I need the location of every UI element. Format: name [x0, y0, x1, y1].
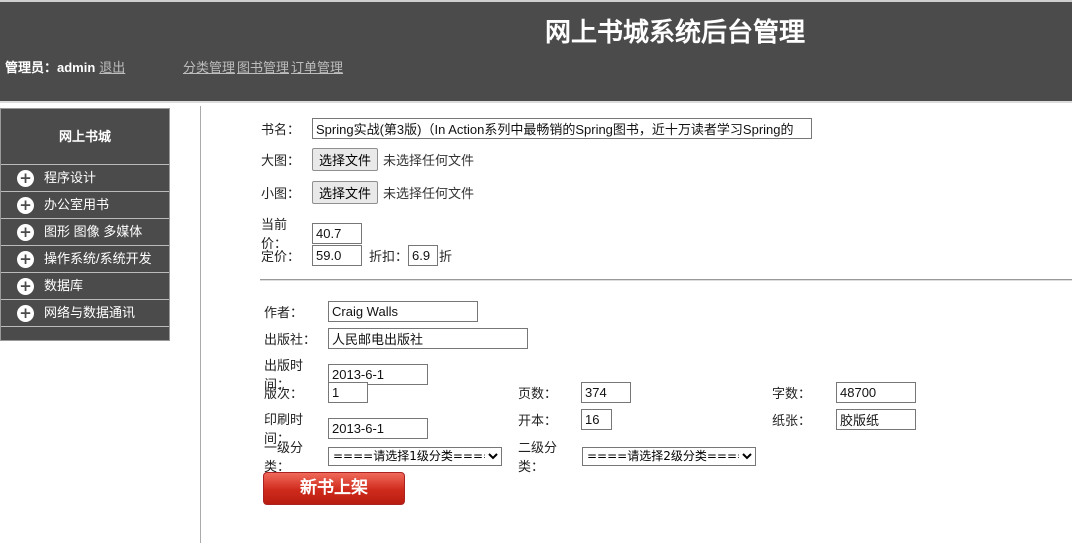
print-time-input[interactable] [328, 417, 428, 439]
category2-row: 二级分类： ====请选择2级分类==== [518, 437, 756, 475]
author-label: 作者： [264, 305, 304, 320]
small-image-label: 小图： [261, 186, 301, 201]
logout-link[interactable]: 退出 [99, 60, 125, 75]
plus-icon: + [17, 223, 34, 241]
pages-row: 页数： [518, 382, 631, 403]
pages-label: 页数： [518, 386, 558, 401]
sidebar-item-network[interactable]: + 网络与数据通讯 [1, 300, 169, 327]
sidebar-item-label: 办公室用书 [44, 197, 110, 212]
plus-icon: + [17, 169, 34, 187]
price-row: 定价： 折扣： 折 [261, 245, 452, 266]
pages-input[interactable] [581, 382, 631, 403]
plus-icon: + [17, 196, 34, 214]
header-bar: 网上书城系统后台管理 管理员：admin 退出 分类管理 图书管理 订单管理 [0, 0, 1072, 103]
category2-select[interactable]: ====请选择2级分类==== [582, 446, 756, 466]
big-image-choose-button[interactable]: 选择文件 [312, 148, 379, 171]
plus-icon: + [17, 304, 34, 322]
nav-book-manage[interactable]: 图书管理 [237, 60, 289, 75]
discount-label: 折扣： [369, 249, 409, 264]
sidebar-item-graphics[interactable]: + 图形 图像 多媒体 [1, 219, 169, 246]
small-image-choose-button[interactable]: 选择文件 [312, 181, 379, 204]
paper-input[interactable] [836, 409, 916, 430]
small-image-row: 小图： 选择文件 未选择任何文件 [261, 181, 474, 204]
sidebar-item-office[interactable]: + 办公室用书 [1, 192, 169, 219]
words-label: 字数： [772, 386, 812, 401]
plus-icon: + [17, 277, 34, 295]
category1-row: 一级分类： ====请选择1级分类==== [264, 437, 502, 475]
current-price-input[interactable] [312, 222, 362, 244]
words-input[interactable] [836, 382, 916, 403]
small-image-status: 未选择任何文件 [383, 186, 475, 201]
top-nav: 分类管理 图书管理 订单管理 [183, 57, 345, 76]
discount-unit: 折 [439, 249, 453, 264]
sidebar-item-label: 网络与数据通讯 [44, 305, 136, 320]
format-label: 开本： [518, 413, 558, 428]
content-divider [200, 106, 201, 543]
author-input[interactable] [328, 301, 478, 322]
book-name-label: 书名： [261, 122, 301, 137]
sidebar-item-label: 数据库 [44, 278, 84, 293]
discount-input[interactable] [408, 245, 439, 266]
sidebar-item-label: 程序设计 [44, 170, 97, 185]
plus-icon: + [17, 250, 34, 268]
sidebar-item-os[interactable]: + 操作系统/系统开发 [1, 246, 169, 273]
sidebar-item-label: 图形 图像 多媒体 [44, 224, 143, 239]
author-row: 作者： [264, 301, 478, 322]
category1-select[interactable]: ====请选择1级分类==== [328, 446, 502, 466]
new-book-submit-button[interactable]: 新书上架 [263, 472, 405, 505]
price-label: 定价： [261, 249, 301, 264]
admin-info: 管理员：admin 退出 [5, 57, 125, 76]
sidebar-title: 网上书城 [1, 109, 169, 165]
press-label: 出版社： [264, 332, 317, 347]
words-row: 字数： [772, 382, 916, 403]
category2-label: 二级分类： [518, 440, 558, 474]
edition-input[interactable] [328, 382, 368, 403]
book-name-input[interactable] [312, 118, 812, 139]
nav-category-manage[interactable]: 分类管理 [183, 60, 235, 75]
admin-label: 管理员：admin [5, 60, 96, 75]
big-image-label: 大图： [261, 153, 301, 168]
paper-row: 纸张： [772, 409, 916, 430]
page-title: 网上书城系统后台管理 [545, 18, 806, 48]
big-image-status: 未选择任何文件 [383, 153, 475, 168]
sidebar: 网上书城 + 程序设计 + 办公室用书 + 图形 图像 多媒体 + 操作系统/系统开发 … [0, 108, 170, 341]
nav-order-manage[interactable]: 订单管理 [291, 60, 343, 75]
sidebar-item-label: 操作系统/系统开发 [44, 251, 152, 266]
edition-row: 版次： [264, 382, 368, 403]
price-input[interactable] [312, 245, 362, 266]
format-input[interactable] [581, 409, 612, 430]
category1-label: 一级分类： [264, 440, 304, 474]
big-image-row: 大图： 选择文件 未选择任何文件 [261, 148, 474, 171]
press-input[interactable] [328, 328, 528, 349]
sidebar-item-database[interactable]: + 数据库 [1, 273, 169, 300]
press-row: 出版社： [264, 328, 528, 349]
edition-label: 版次： [264, 386, 304, 401]
book-name-row: 书名： [261, 118, 812, 139]
sidebar-item-programming[interactable]: + 程序设计 [1, 165, 169, 192]
paper-label: 纸张： [772, 413, 812, 428]
section-separator [260, 279, 1072, 281]
format-row: 开本： [518, 409, 612, 430]
